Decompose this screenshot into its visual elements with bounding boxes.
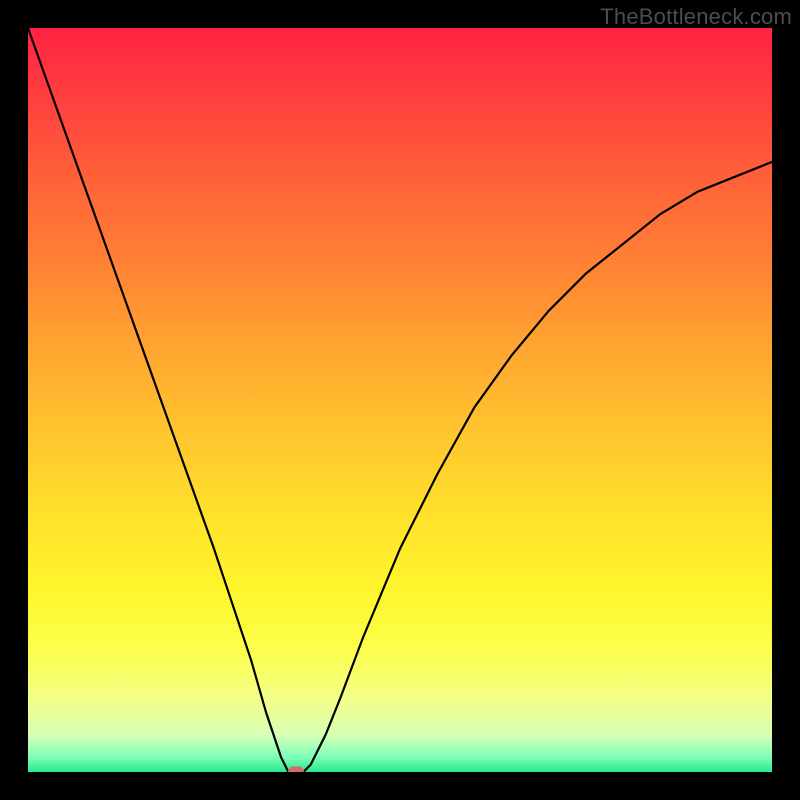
bottleneck-curve: [28, 28, 772, 772]
chart-frame: TheBottleneck.com: [0, 0, 800, 800]
minimum-marker: [288, 767, 304, 773]
watermark-text: TheBottleneck.com: [600, 4, 792, 30]
plot-area: [28, 28, 772, 772]
